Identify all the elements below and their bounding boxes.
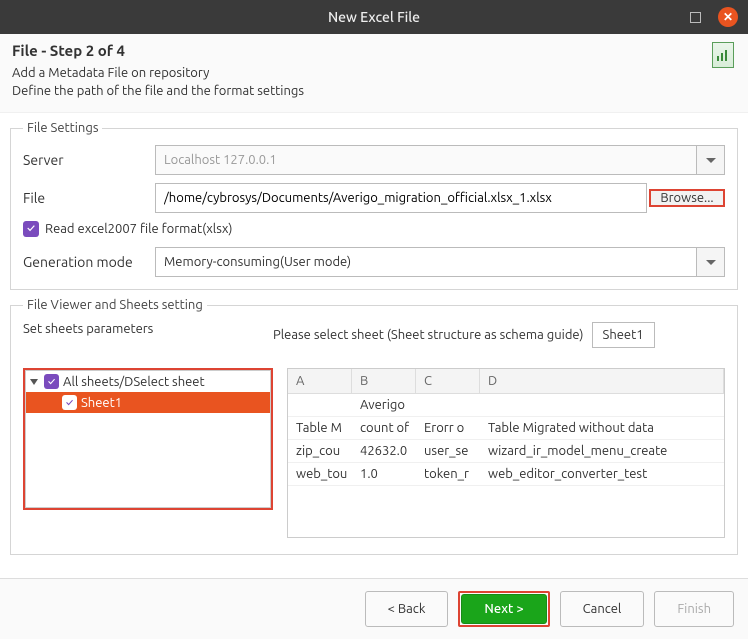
next-button[interactable]: Next > [461, 594, 546, 624]
col-header-b[interactable]: B [352, 369, 416, 393]
read-xlsx-checkbox[interactable]: ✓ [23, 221, 39, 237]
wizard-footer: < Back Next > Cancel Finish [0, 578, 748, 639]
cell: count of [352, 417, 416, 439]
table-row[interactable]: Averigo [288, 394, 724, 417]
tree-child-checkbox[interactable]: ✓ [62, 395, 77, 410]
sheet-dropdown[interactable]: Sheet1 [592, 322, 655, 348]
step-title: File - Step 2 of 4 [12, 42, 736, 59]
window-title: New Excel File [328, 9, 420, 25]
wizard-header: File - Step 2 of 4 Add a Metadata File o… [0, 34, 748, 113]
server-dropdown[interactable]: Localhost 127.0.0.1 [155, 145, 697, 175]
cell: web_tou [288, 463, 352, 485]
file-path-input[interactable] [155, 183, 647, 213]
col-header-c[interactable]: C [416, 369, 480, 393]
file-viewer-legend: File Viewer and Sheets setting [23, 298, 207, 312]
next-highlight: Next > [458, 591, 549, 627]
table-row[interactable]: Table Mcount ofErorr oTable Migrated wit… [288, 417, 724, 440]
cell [480, 394, 724, 416]
gen-mode-caret[interactable] [697, 247, 725, 277]
browse-button[interactable]: Browse... [649, 189, 725, 207]
file-viewer-group: File Viewer and Sheets setting Set sheet… [10, 298, 738, 555]
col-header-d[interactable]: D [480, 369, 724, 393]
preview-grid: A B C D AverigoTable Mcount ofErorr oTab… [287, 368, 725, 538]
gen-mode-value: Memory-consuming(User mode) [164, 255, 351, 269]
cell: Table M [288, 417, 352, 439]
file-label: File [23, 190, 155, 206]
gen-mode-label: Generation mode [23, 254, 155, 270]
excel-file-icon [712, 42, 734, 68]
tree-root[interactable]: ✓ All sheets/DSelect sheet [26, 371, 270, 392]
cell: Erorr o [416, 417, 480, 439]
cell: zip_cou [288, 440, 352, 462]
file-settings-group: File Settings Server Localhost 127.0.0.1… [10, 121, 738, 290]
window-controls: ✕ [686, 7, 738, 27]
sheets-tree-highlight: ✓ All sheets/DSelect sheet ✓ Sheet1 [23, 368, 273, 510]
maximize-button[interactable] [686, 8, 704, 26]
table-row[interactable]: web_tou1.0token_rweb_editor_converter_te… [288, 463, 724, 486]
close-button[interactable]: ✕ [718, 7, 738, 27]
back-button[interactable]: < Back [365, 591, 449, 627]
grid-header: A B C D [288, 369, 724, 394]
server-dropdown-caret[interactable] [697, 145, 725, 175]
cell: token_r [416, 463, 480, 485]
tree-child-label: Sheet1 [81, 396, 122, 410]
file-settings-legend: File Settings [23, 121, 102, 135]
header-desc-1: Add a Metadata File on repository [12, 65, 736, 83]
read-xlsx-label: Read excel2007 file format(xlsx) [45, 222, 233, 236]
tree-root-label: All sheets/DSelect sheet [63, 375, 205, 389]
titlebar: New Excel File ✕ [0, 0, 748, 34]
cell: Table Migrated without data [480, 417, 724, 439]
tree-expand-icon[interactable] [30, 379, 38, 385]
selected-sheet: Sheet1 [603, 328, 644, 342]
cancel-button[interactable]: Cancel [560, 591, 645, 627]
server-value: Localhost 127.0.0.1 [164, 153, 277, 167]
gen-mode-dropdown[interactable]: Memory-consuming(User mode) [155, 247, 697, 277]
cell: Averigo [352, 394, 416, 416]
cell: 42632.0 [352, 440, 416, 462]
cell [416, 394, 480, 416]
select-sheet-label: Please select sheet (Sheet structure as … [273, 328, 584, 342]
server-label: Server [23, 152, 155, 168]
grid-body: AverigoTable Mcount ofErorr oTable Migra… [288, 394, 724, 486]
cell: user_se [416, 440, 480, 462]
finish-button: Finish [654, 591, 734, 627]
cell: web_editor_converter_test [480, 463, 724, 485]
table-row[interactable]: zip_cou42632.0user_sewizard_ir_model_men… [288, 440, 724, 463]
sheets-tree: ✓ All sheets/DSelect sheet ✓ Sheet1 [25, 370, 271, 508]
tree-item-sheet1[interactable]: ✓ Sheet1 [26, 392, 270, 413]
col-header-a[interactable]: A [288, 369, 352, 393]
header-desc-2: Define the path of the file and the form… [12, 83, 736, 101]
tree-root-checkbox[interactable]: ✓ [44, 374, 59, 389]
params-label: Set sheets parameters [23, 322, 273, 336]
cell: 1.0 [352, 463, 416, 485]
cell: wizard_ir_model_menu_create [480, 440, 724, 462]
cell [288, 394, 352, 416]
